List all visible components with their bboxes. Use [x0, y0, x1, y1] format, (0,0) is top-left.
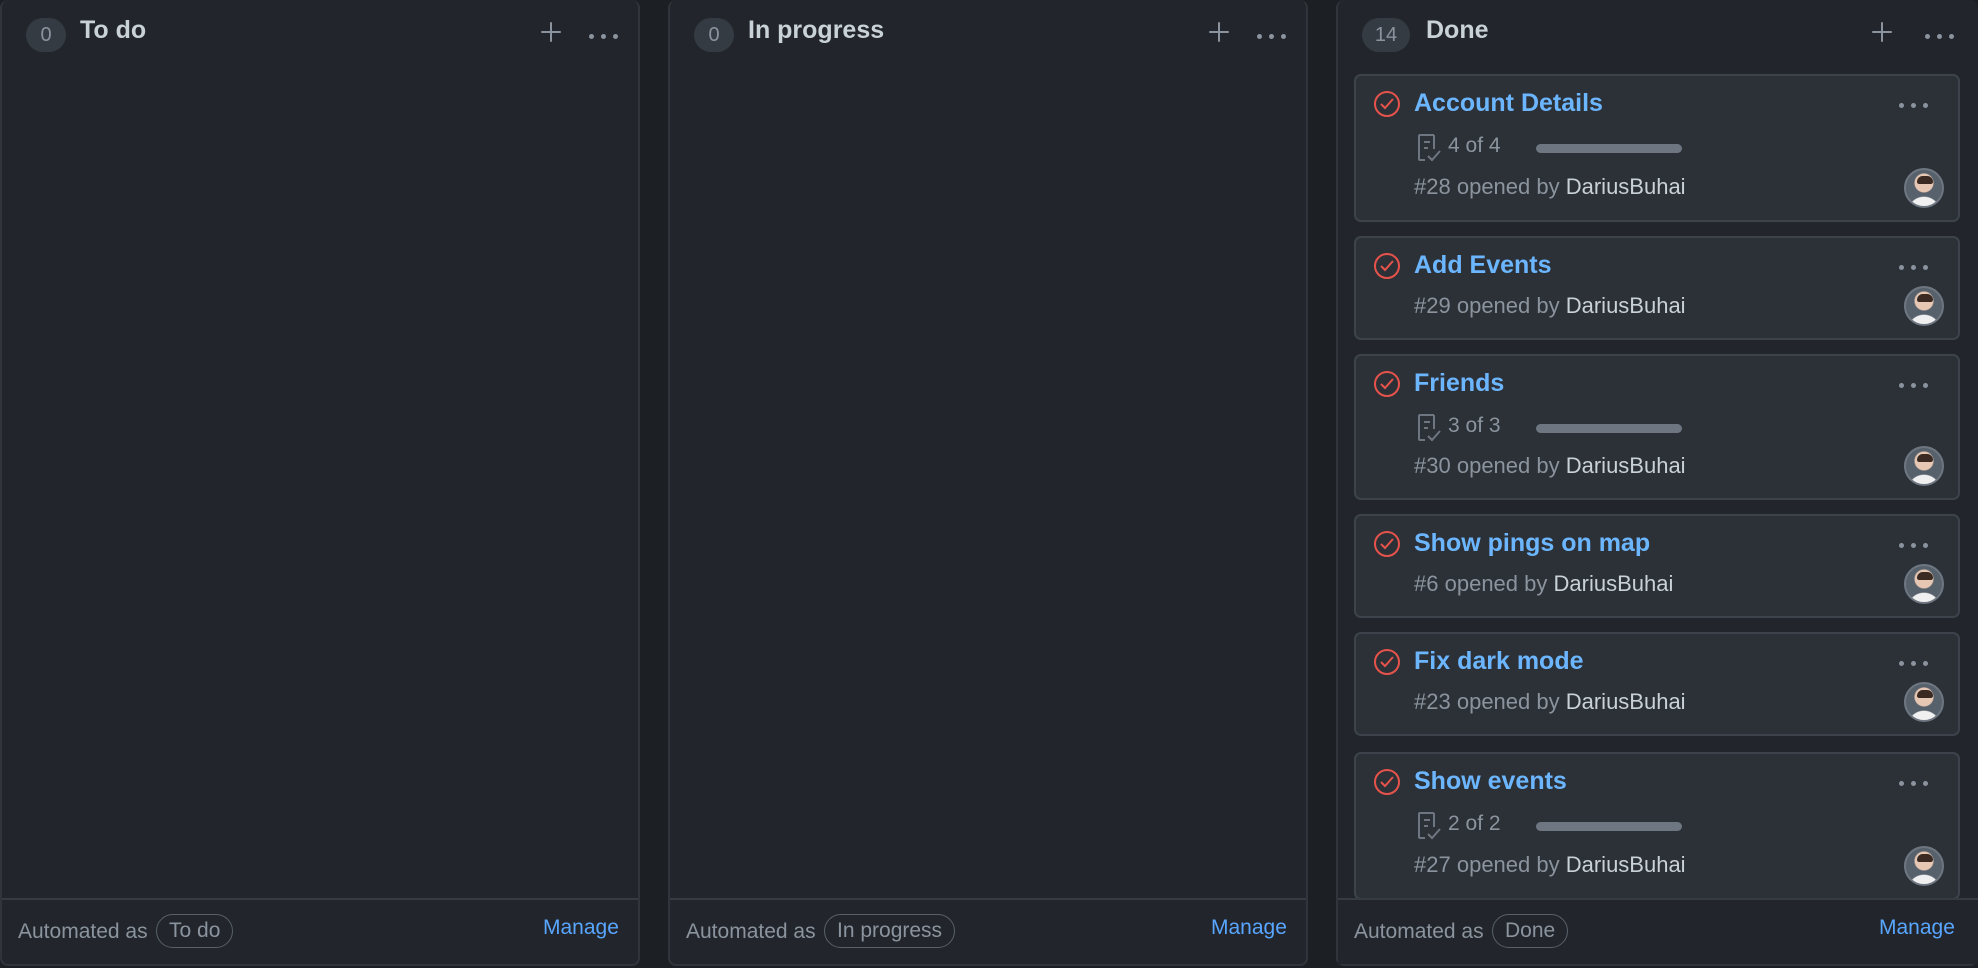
issue-closed-icon — [1374, 371, 1400, 397]
issue-number: #23 — [1414, 689, 1451, 714]
column-header: 0 In progress — [670, 0, 1306, 70]
column-footer: Automated as To do Manage — [2, 898, 638, 964]
task-progress-text: 4 of 4 — [1448, 134, 1501, 157]
card-title-link[interactable]: Show events — [1414, 767, 1567, 796]
card-title-link[interactable]: Add Events — [1414, 251, 1552, 280]
automated-label: Automated as — [686, 920, 816, 943]
avatar[interactable] — [1904, 168, 1944, 208]
column-menu-kebab-icon[interactable] — [1922, 24, 1958, 48]
issue-number: #29 — [1414, 293, 1451, 318]
issue-card[interactable]: Add Events #29 opened by DariusBuhai — [1354, 236, 1960, 340]
card-meta: #23 opened by DariusBuhai — [1414, 689, 1686, 715]
task-progress-fill — [1536, 144, 1682, 153]
task-progress-bar — [1536, 822, 1682, 831]
issue-closed-icon — [1374, 769, 1400, 795]
column-menu-kebab-icon[interactable] — [586, 24, 622, 48]
column-to-do: 0 To do Automated as To do Manage — [0, 0, 640, 966]
card-meta: #29 opened by DariusBuhai — [1414, 293, 1686, 319]
card-menu-kebab-icon[interactable] — [1896, 93, 1932, 117]
automated-label: Automated as — [18, 920, 148, 943]
card-meta: #28 opened by DariusBuhai — [1414, 174, 1686, 200]
checklist-icon — [1416, 132, 1444, 164]
column-header: 0 To do — [2, 0, 638, 70]
opened-by-text: opened by — [1456, 453, 1560, 478]
column-count: 14 — [1362, 18, 1410, 52]
manage-automation-link[interactable]: Manage — [1879, 916, 1955, 940]
author-link[interactable]: DariusBuhai — [1566, 174, 1686, 199]
avatar[interactable] — [1904, 682, 1944, 722]
card-menu-kebab-icon[interactable] — [1896, 651, 1932, 675]
issue-closed-icon — [1374, 91, 1400, 117]
column-done: 14 Done Account Details 4 of 4 #28 opene… — [1336, 0, 1978, 966]
checklist-icon — [1416, 810, 1444, 842]
issue-card[interactable]: Fix dark mode #23 opened by DariusBuhai — [1354, 632, 1960, 736]
card-title-link[interactable]: Account Details — [1414, 89, 1603, 118]
column-title: To do — [80, 16, 147, 44]
card-title-link[interactable]: Show pings on map — [1414, 529, 1650, 558]
issue-card[interactable]: Show pings on map #6 opened by DariusBuh… — [1354, 514, 1960, 618]
column-header: 14 Done — [1338, 0, 1978, 70]
opened-by-text: opened by — [1456, 689, 1560, 714]
card-menu-kebab-icon[interactable] — [1896, 771, 1932, 795]
author-link[interactable]: DariusBuhai — [1566, 293, 1686, 318]
add-card-plus-icon[interactable] — [1864, 14, 1900, 50]
task-progress-bar — [1536, 144, 1682, 153]
issue-card[interactable]: Friends 3 of 3 #30 opened by DariusBuhai — [1354, 354, 1960, 500]
issue-number: #6 — [1414, 571, 1439, 596]
automation-badge: In progress — [824, 914, 956, 948]
opened-by-text: opened by — [1444, 571, 1548, 596]
manage-automation-link[interactable]: Manage — [1211, 916, 1287, 940]
column-count: 0 — [694, 18, 734, 52]
card-meta: #30 opened by DariusBuhai — [1414, 453, 1686, 479]
manage-automation-link[interactable]: Manage — [543, 916, 619, 940]
column-footer: Automated as In progress Manage — [670, 898, 1306, 964]
project-board: 0 To do Automated as To do Manage 0 In p… — [0, 0, 1978, 968]
author-link[interactable]: DariusBuhai — [1566, 453, 1686, 478]
add-card-plus-icon[interactable] — [533, 14, 569, 50]
opened-by-text: opened by — [1456, 293, 1560, 318]
avatar[interactable] — [1904, 446, 1944, 486]
automated-label: Automated as — [1354, 920, 1484, 943]
column-title: Done — [1426, 16, 1489, 44]
card-menu-kebab-icon[interactable] — [1896, 373, 1932, 397]
task-progress-text: 2 of 2 — [1448, 812, 1501, 835]
author-link[interactable]: DariusBuhai — [1566, 689, 1686, 714]
issue-number: #28 — [1414, 174, 1451, 199]
issue-number: #27 — [1414, 852, 1451, 877]
avatar[interactable] — [1904, 846, 1944, 886]
issue-closed-icon — [1374, 531, 1400, 557]
column-count: 0 — [26, 18, 66, 52]
card-menu-kebab-icon[interactable] — [1896, 533, 1932, 557]
issue-number: #30 — [1414, 453, 1451, 478]
add-card-plus-icon[interactable] — [1201, 14, 1237, 50]
card-meta: #6 opened by DariusBuhai — [1414, 571, 1673, 597]
card-meta: #27 opened by DariusBuhai — [1414, 852, 1686, 878]
column-title: In progress — [748, 16, 885, 44]
card-title-link[interactable]: Friends — [1414, 369, 1504, 398]
column-in-progress: 0 In progress Automated as In progress M… — [668, 0, 1308, 966]
column-menu-kebab-icon[interactable] — [1254, 24, 1290, 48]
issue-closed-icon — [1374, 649, 1400, 675]
task-progress-bar — [1536, 424, 1682, 433]
column-footer: Automated as Done Manage — [1338, 898, 1978, 964]
opened-by-text: opened by — [1456, 852, 1560, 877]
task-progress-fill — [1536, 424, 1682, 433]
author-link[interactable]: DariusBuhai — [1566, 852, 1686, 877]
automation-badge: To do — [156, 914, 234, 948]
opened-by-text: opened by — [1456, 174, 1560, 199]
task-progress-text: 3 of 3 — [1448, 414, 1501, 437]
author-link[interactable]: DariusBuhai — [1554, 571, 1674, 596]
card-title-link[interactable]: Fix dark mode — [1414, 647, 1584, 676]
issue-card[interactable]: Show events 2 of 2 #27 opened by DariusB… — [1354, 752, 1960, 900]
automation-badge: Done — [1492, 914, 1569, 948]
card-menu-kebab-icon[interactable] — [1896, 255, 1932, 279]
checklist-icon — [1416, 412, 1444, 444]
issue-closed-icon — [1374, 253, 1400, 279]
avatar[interactable] — [1904, 286, 1944, 326]
issue-card[interactable]: Account Details 4 of 4 #28 opened by Dar… — [1354, 74, 1960, 222]
task-progress-fill — [1536, 822, 1682, 831]
avatar[interactable] — [1904, 564, 1944, 604]
